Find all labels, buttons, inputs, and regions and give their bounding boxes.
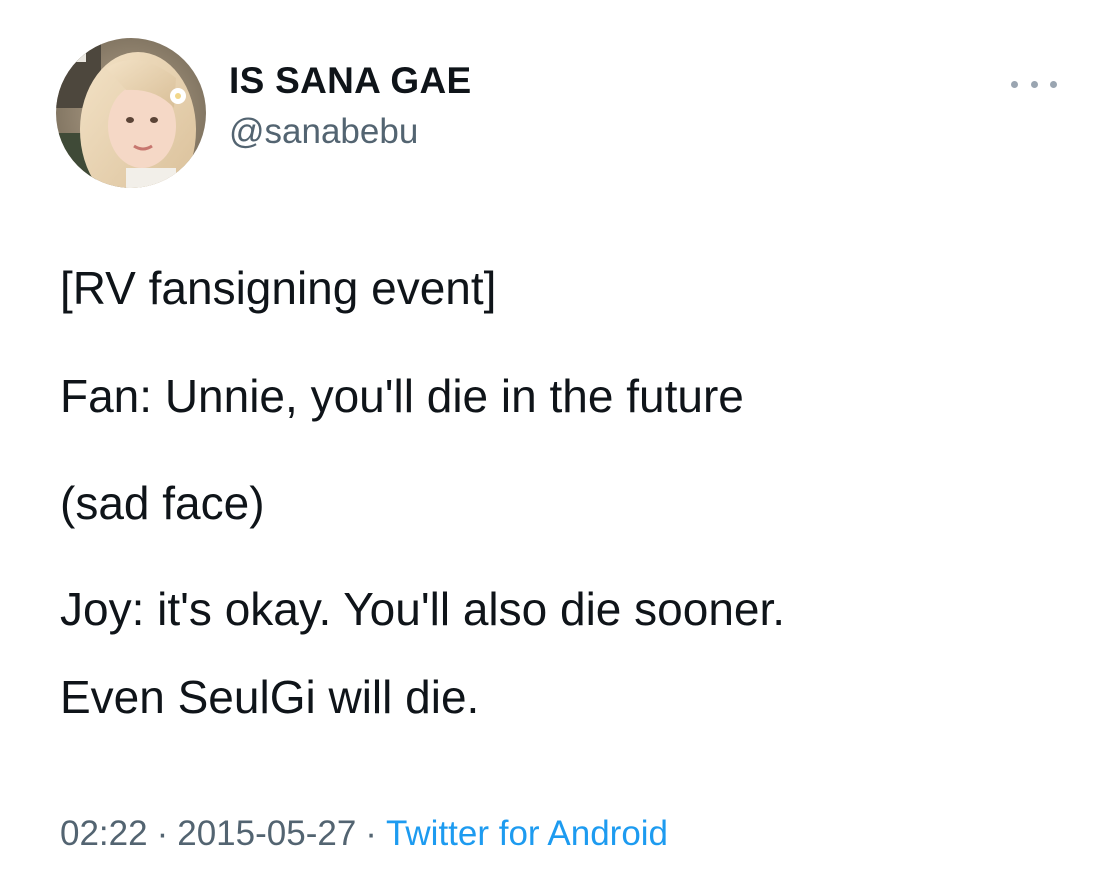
tweet-date[interactable]: 2015-05-27: [177, 814, 356, 853]
more-horizontal-icon[interactable]: [1011, 74, 1057, 94]
more-dot: [1030, 80, 1038, 88]
tweet-meta: 02:22 · 2015-05-27 · Twitter for Android: [60, 814, 668, 854]
tweet-text-line: Even SeulGi will die.: [60, 671, 480, 723]
meta-separator: ·: [156, 814, 169, 853]
tweet-text-line: Fan: Unnie, you'll die in the future: [60, 370, 744, 422]
tweet-text-line: Joy: it's okay. You'll also die sooner.: [60, 583, 786, 635]
tweet-text-line: [RV fansigning event]: [60, 262, 497, 314]
display-name[interactable]: IS SANA GAE: [229, 60, 471, 102]
tweet-text-line: (sad face): [60, 477, 265, 529]
tweet-card: IS SANA GAE @sanabebu [RV fansigning eve…: [0, 0, 1116, 895]
avatar-image: [56, 38, 206, 188]
user-handle[interactable]: @sanabebu: [229, 112, 418, 152]
more-dot: [1011, 80, 1018, 88]
avatar[interactable]: [56, 38, 206, 188]
tweet-source-link[interactable]: Twitter for Android: [386, 814, 668, 853]
more-dot: [1050, 80, 1057, 88]
tweet-time[interactable]: 02:22: [60, 814, 148, 853]
meta-separator: ·: [365, 814, 377, 853]
